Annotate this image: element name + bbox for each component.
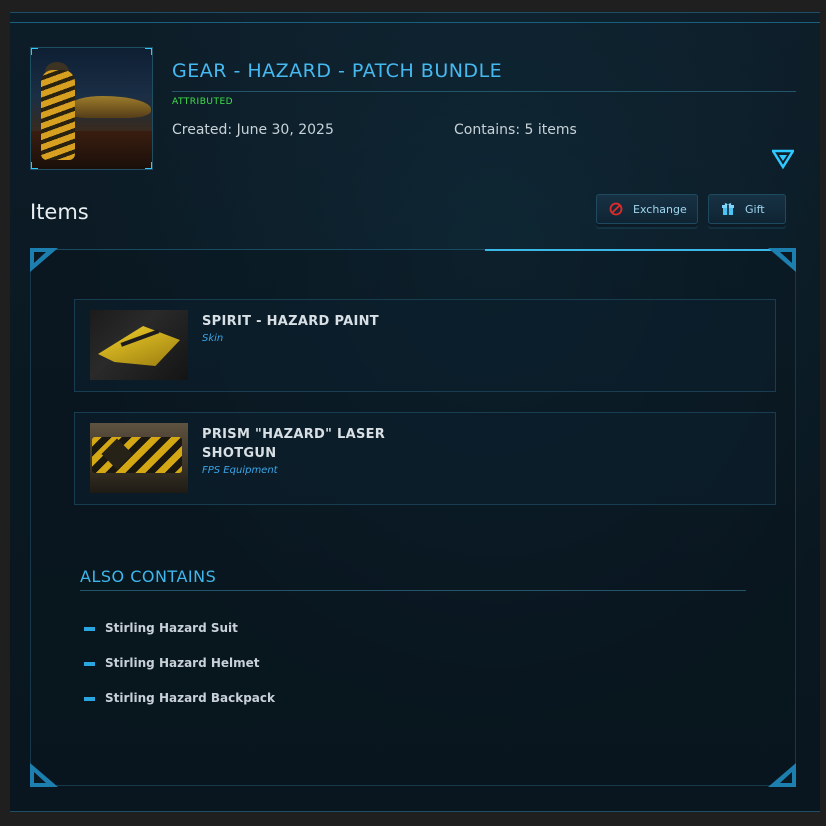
gift-button[interactable]: Gift xyxy=(708,194,786,224)
item-thumbnail xyxy=(90,423,188,493)
panel-corner-top-right xyxy=(768,248,796,272)
list-item: Stirling Hazard Backpack xyxy=(84,691,275,705)
panel-top-highlight xyxy=(485,249,781,251)
gift-box-icon xyxy=(722,203,734,215)
triangle-down-icon[interactable] xyxy=(772,149,794,169)
items-heading: Items xyxy=(30,200,89,224)
item-type: Skin xyxy=(202,333,224,344)
contains-count: Contains: 5 items xyxy=(454,122,577,138)
panel-corner-bottom-right xyxy=(768,763,796,787)
also-contains-heading: ALSO CONTAINS xyxy=(80,567,217,586)
bullet-icon xyxy=(84,661,95,666)
item-name: SPIRIT - HAZARD PAINT xyxy=(202,314,379,329)
bundle-title: GEAR - HAZARD - PATCH BUNDLE xyxy=(172,60,503,82)
thumbnail-corner xyxy=(31,162,38,169)
exchange-label: Exchange xyxy=(633,202,687,216)
also-contains-divider xyxy=(80,590,746,591)
no-entry-icon xyxy=(609,202,623,216)
thumbnail-corner xyxy=(145,48,152,55)
item-type: FPS Equipment xyxy=(202,465,278,476)
list-item: Stirling Hazard Suit xyxy=(84,621,238,635)
bundle-thumbnail[interactable] xyxy=(30,47,153,170)
list-item: Stirling Hazard Helmet xyxy=(84,656,260,670)
item-thumbnail xyxy=(90,310,188,380)
thumbnail-corner xyxy=(145,162,152,169)
thumbnail-corner xyxy=(31,48,38,55)
ship-skin-image xyxy=(98,326,180,366)
also-item-label: Stirling Hazard Backpack xyxy=(105,691,275,705)
panel-corner-top-left xyxy=(30,248,58,272)
bullet-icon xyxy=(84,696,95,701)
also-item-label: Stirling Hazard Helmet xyxy=(105,656,260,670)
thumbnail-suit xyxy=(41,70,75,160)
also-item-label: Stirling Hazard Suit xyxy=(105,621,238,635)
status-badge: ATTRIBUTED xyxy=(172,97,234,107)
thumbnail-ship xyxy=(71,96,151,118)
gift-label: Gift xyxy=(745,202,765,216)
title-divider xyxy=(172,91,796,92)
exchange-button[interactable]: Exchange xyxy=(596,194,698,224)
created-date: Created: June 30, 2025 xyxy=(172,122,334,138)
item-name: PRISM "HAZARD" LASER SHOTGUN xyxy=(202,427,386,461)
list-item[interactable]: PRISM "HAZARD" LASER SHOTGUN FPS Equipme… xyxy=(74,412,776,505)
bullet-icon xyxy=(84,626,95,631)
panel-corner-bottom-left xyxy=(30,763,58,787)
list-item[interactable]: SPIRIT - HAZARD PAINT Skin xyxy=(74,299,776,392)
frame-top-line xyxy=(10,22,820,23)
